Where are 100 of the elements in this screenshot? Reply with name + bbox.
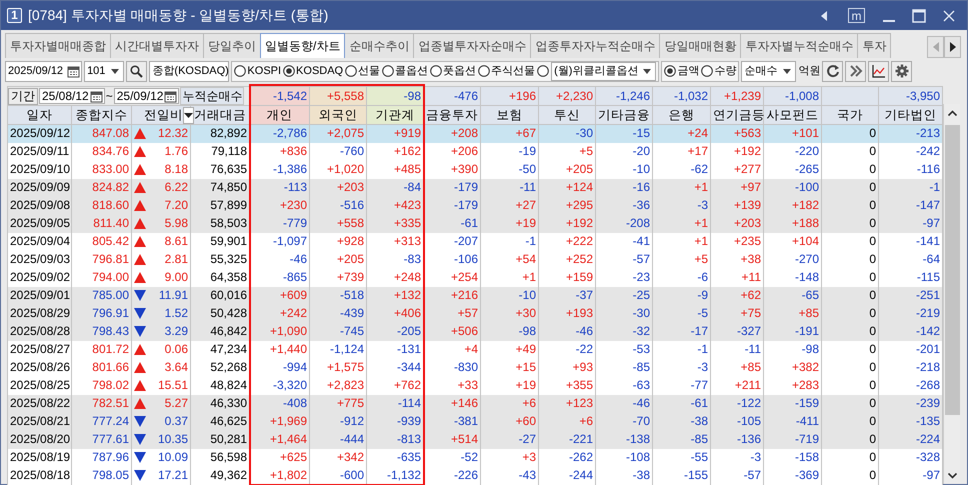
radio-label[interactable]: KOSDAQ — [296, 62, 344, 80]
tab[interactable]: 일별동향/차트 — [260, 33, 346, 58]
column-header[interactable]: 사모펀드 — [764, 106, 822, 124]
table-row[interactable]: 2025/08/22 782.51 5.27 46,330 -408 +775 -114 +146 +6 +123 -46 -61 -122 -159 0 -239 — [8, 394, 943, 412]
radio-button[interactable] — [430, 65, 442, 77]
scroll-down-icon[interactable] — [946, 470, 958, 481]
table-row[interactable]: 2025/08/28 798.43 3.29 46,842 +1,090 -745 -205 +506 -98 -46 -32 -17 -327 -191 0 -142 — [8, 322, 943, 340]
table-row[interactable]: 2025/08/29 796.91 1.52 50,428 +242 -439 +406 +57 +30 +193 -30 -5 +75 +85 0 -219 — [8, 304, 943, 322]
table-row[interactable]: 2025/08/27 801.72 0.06 47,234 +1,440 -1,124 -131 +4 +49 -22 -53 -1 -11 -98 0 -201 — [8, 340, 943, 358]
radio-label[interactable]: 수량 — [714, 62, 736, 80]
radio-button[interactable] — [345, 65, 358, 77]
column-header[interactable]: 기타법인 — [878, 106, 943, 124]
period-button[interactable]: 기간 — [8, 88, 38, 104]
tab[interactable]: 업종투자자누적순매수 — [530, 33, 660, 58]
date-text: 2025/09/01 — [10, 288, 70, 302]
tab[interactable]: 당일추이 — [203, 33, 261, 58]
table-row[interactable]: 2025/09/03 796.81 2.81 55,325 -46 +205 -83 -106 +54 +252 -57 +5 +38 -270 0 -64 — [8, 250, 943, 268]
radio-label[interactable]: 콜옵션 — [395, 62, 428, 80]
code-dropdown[interactable]: 101 — [84, 60, 124, 82]
column-header[interactable]: 보험 — [480, 106, 539, 124]
date-field[interactable]: 25/09/12 — [114, 88, 180, 104]
table-row[interactable]: 2025/08/25 798.02 15.51 48,824 -3,320 +2,823 +762 +33 +19 +355 -63 -77 +211 +283 0 -268 — [8, 376, 943, 394]
column-header[interactable]: 금융투자 — [424, 106, 481, 124]
scroll-up-icon[interactable] — [946, 108, 958, 119]
sort-dropdown-button[interactable] — [183, 106, 194, 124]
table-row[interactable]: 2025/09/10 833.00 8.18 76,635 -1,386 +1,020 +485 +390 -50 +205 -10 -62 +277 -265 0 -116 — [8, 160, 943, 178]
table-row[interactable]: 2025/09/02 794.00 9.00 64,358 -865 +739 +248 +254 +1 +159 -23 -6 +11 -148 0 -115 — [8, 268, 943, 286]
radio-button[interactable] — [283, 65, 296, 77]
double-chevron-icon[interactable] — [848, 64, 863, 78]
refresh-button[interactable] — [822, 60, 844, 82]
forward-button[interactable] — [845, 60, 866, 82]
radio-label[interactable]: KOSPI — [247, 62, 282, 80]
radio-label[interactable]: 선물 — [358, 62, 380, 80]
table-row[interactable]: 2025/08/21 777.24 0.37 46,625 +1,969 -912 -939 -381 +60 +6 -70 -38 -105 -411 0 -135 — [8, 412, 943, 430]
table-row[interactable]: 2025/09/12 847.08 12.32 82,892 -2,786 +2,075 +919 +208 +67 -30 -15 +24 +563 +101 0 -213 — [8, 124, 943, 142]
net-value: +49 — [516, 342, 536, 356]
tab[interactable]: 투자자별누적순매수 — [740, 33, 858, 58]
search-button[interactable] — [126, 60, 148, 82]
date-field[interactable]: 25/08/12 — [39, 88, 105, 104]
tab[interactable]: 당일매매현황 — [659, 33, 742, 58]
calendar-icon[interactable] — [67, 64, 80, 78]
table-row[interactable]: 2025/09/04 805.42 8.61 59,901 -1,097 +928 +313 -207 -1 +222 -41 +1 +235 +104 0 -141 — [8, 232, 943, 250]
line-chart-icon[interactable] — [872, 64, 886, 78]
net-value: -268 — [916, 378, 940, 392]
column-header[interactable]: 은행 — [652, 106, 711, 124]
net-value: 0 — [869, 288, 876, 302]
refresh-icon[interactable] — [826, 64, 840, 78]
radio-button[interactable] — [537, 65, 550, 77]
column-header[interactable]: 외국인 — [310, 106, 367, 124]
date-field[interactable]: 2025/09/12 — [5, 60, 82, 82]
table-row[interactable]: 2025/09/08 818.60 7.20 57,899 +230 -516 +423 -179 +27 +295 -36 -3 +139 +182 0 -147 — [8, 196, 943, 214]
radio-label[interactable]: 주식선물 — [491, 62, 536, 80]
tab[interactable]: 투자 — [857, 33, 892, 58]
settings-button[interactable] — [891, 60, 912, 82]
column-header[interactable]: 연기금등 — [710, 106, 764, 124]
table-row[interactable]: 2025/08/26 801.66 3.64 52,268 -994 +1,575 -344 -830 +15 +93 -85 -3 +85 +382 0 -218 — [8, 358, 943, 376]
gear-icon[interactable] — [894, 64, 909, 78]
tab-scroll-right-button[interactable] — [944, 36, 961, 58]
search-icon[interactable] — [130, 64, 144, 78]
table-row[interactable]: 2025/09/11 834.76 1.76 79,118 +836 -760 +162 +206 -19 +5 -20 +17 +192 -220 0 -242 — [8, 142, 943, 160]
close-icon[interactable] — [942, 8, 956, 22]
name-field[interactable]: 종합(KOSDAQ) — [149, 60, 230, 82]
net-value: +230 — [280, 198, 308, 212]
radio-label[interactable]: 금액 — [677, 62, 700, 80]
radio-button[interactable] — [382, 65, 394, 77]
table-row[interactable]: 2025/08/20 777.61 10.35 50,281 +1,464 -444 -813 +514 -27 -221 -138 -85 -136 -719 0 -224 — [8, 430, 943, 448]
mode-dropdown[interactable]: 순매수 — [741, 60, 796, 82]
table-row[interactable]: 2025/09/05 811.40 5.98 58,503 -779 +558 +335 -61 +19 +192 -208 +1 +203 +188 0 -97 — [8, 214, 943, 232]
calendar-icon[interactable] — [164, 90, 178, 102]
table-row[interactable]: 2025/09/01 785.00 11.91 60,016 +609 -518 +132 +216 -10 -37 -25 -9 +62 -65 0 -251 — [8, 286, 943, 304]
table-row[interactable]: 2025/08/19 787.96 10.09 56,598 +625 +342 -635 -52 +3 -262 -108 -55 -3 -158 0 -328 — [8, 448, 943, 466]
tab[interactable]: 시간대별투자자 — [110, 33, 204, 58]
radio-button[interactable] — [664, 65, 676, 77]
maximize-icon[interactable] — [912, 8, 926, 22]
tab[interactable]: 업종별투자자순매수 — [413, 33, 532, 58]
radio-button[interactable] — [234, 65, 246, 77]
column-header[interactable]: 기관계 — [366, 106, 424, 124]
tab[interactable]: 투자자별매매종합 — [5, 33, 111, 58]
chart-button[interactable] — [868, 60, 890, 82]
column-header[interactable]: 국가 — [822, 106, 879, 124]
scrollbar-thumb[interactable] — [944, 125, 960, 415]
net-value: -97 — [922, 468, 940, 482]
column-header[interactable]: 종합지수 — [72, 106, 132, 124]
option-dropdown[interactable]: (월)위클리콜옵션 — [551, 62, 656, 80]
column-header[interactable]: 일자 — [8, 106, 72, 124]
radio-label[interactable]: 풋옵션 — [443, 62, 476, 80]
scrollbar[interactable] — [943, 104, 960, 484]
triangle-left-icon[interactable] — [821, 10, 827, 20]
radio-button[interactable] — [478, 65, 490, 77]
net-value: -5 — [697, 306, 708, 320]
triangle-right-icon[interactable] — [950, 42, 956, 52]
tab[interactable]: 순매수추이 — [344, 33, 414, 58]
radio-button[interactable] — [701, 65, 714, 77]
calendar-icon[interactable] — [90, 90, 103, 102]
table-row[interactable]: 2025/09/09 824.82 6.22 74,850 -113 +203 -84 -179 -11 +124 -16 +1 +97 -100 0 -1 — [8, 178, 943, 196]
column-header[interactable]: 투신 — [538, 106, 596, 124]
table-row[interactable]: 2025/08/18 798.05 17.21 49,362 +1,802 -600 -1,132 -226 -43 -244 -38 -155 -57 -369 0 -97 — [8, 466, 943, 484]
column-header[interactable]: 개인 — [250, 106, 310, 124]
column-header[interactable]: 기타금융 — [596, 106, 653, 124]
memo-button[interactable]: m — [848, 8, 865, 23]
